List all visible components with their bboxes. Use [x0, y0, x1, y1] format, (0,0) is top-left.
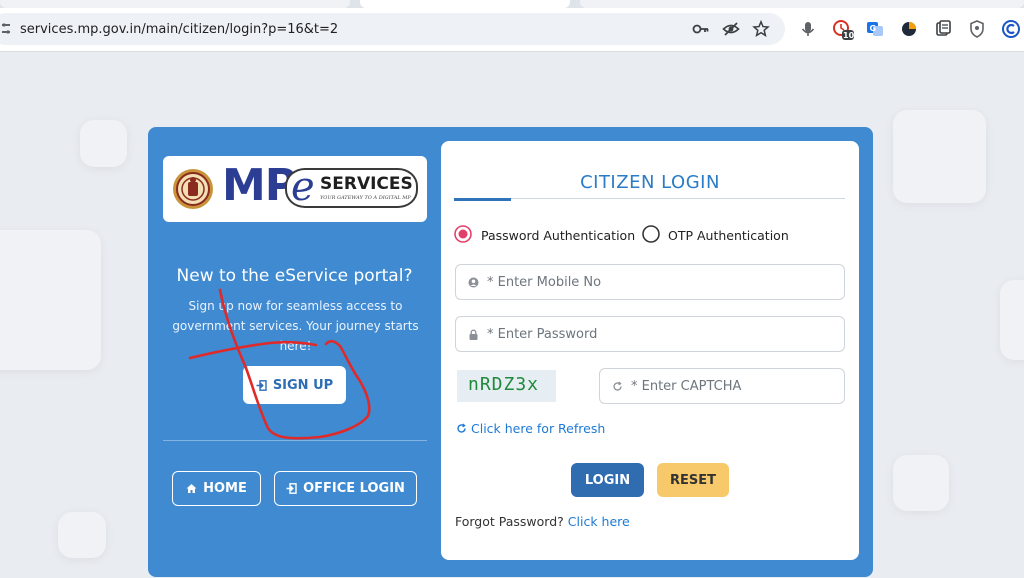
shield-icon[interactable]	[967, 19, 987, 39]
home-icon	[186, 484, 197, 493]
browser-tab-active[interactable]	[360, 0, 570, 8]
mobile-input-placeholder: * Enter Mobile No	[487, 274, 602, 290]
login-button[interactable]: LOGIN	[571, 463, 644, 497]
key-icon[interactable]	[692, 20, 710, 38]
extension-badge: 10	[843, 31, 855, 40]
background-tile	[893, 455, 949, 511]
background-tile	[0, 230, 101, 370]
star-icon[interactable]	[752, 20, 770, 38]
mp-emblem-icon	[173, 169, 213, 209]
url-text[interactable]: services.mp.gov.in/main/citizen/login?p=…	[20, 22, 338, 37]
c-extension-icon[interactable]	[1001, 19, 1021, 39]
password-input[interactable]: * Enter Password	[455, 316, 845, 352]
background-tile	[893, 110, 986, 203]
title-underline	[454, 198, 845, 199]
sign-in-icon	[256, 379, 267, 391]
extension-icon[interactable]	[899, 19, 919, 39]
mobile-input[interactable]: * Enter Mobile No	[455, 264, 845, 300]
password-auth-label[interactable]: Password Authentication	[481, 228, 635, 243]
office-login-button-label: OFFICE LOGIN	[303, 481, 405, 496]
tab-strip	[0, 0, 1024, 8]
translate-icon[interactable]: G	[865, 19, 885, 39]
signup-subtext: Sign up now for seamless access to gover…	[172, 299, 419, 353]
site-info-icon[interactable]	[2, 23, 10, 35]
password-auth-radio[interactable]	[454, 225, 472, 243]
lock-icon	[469, 329, 478, 340]
reset-button[interactable]: RESET	[657, 463, 729, 497]
eservices-tagline: YOUR GATEWAY TO A DIGITAL MP	[320, 195, 411, 201]
eservices-logo-e: e	[291, 164, 315, 210]
refresh-icon	[613, 381, 622, 391]
captcha-code: nRDZ3x	[468, 374, 540, 395]
user-icon	[468, 277, 479, 287]
browser-tab[interactable]	[0, 0, 350, 8]
forgot-password-link[interactable]: Click here	[568, 514, 630, 529]
captcha-input-placeholder: * Enter CAPTCHA	[631, 378, 742, 394]
background-tile	[1000, 280, 1024, 360]
home-button[interactable]: HOME	[172, 471, 261, 506]
svg-text:G: G	[870, 24, 877, 33]
captcha-refresh-link[interactable]: Click here for Refresh	[456, 421, 605, 436]
divider	[163, 440, 427, 441]
mic-icon[interactable]	[798, 19, 818, 39]
captcha-input[interactable]: * Enter CAPTCHA	[599, 368, 845, 404]
eye-off-icon[interactable]	[722, 20, 740, 38]
eservices-logo-text: SERVICES	[320, 174, 413, 194]
forgot-password-text: Forgot Password?	[455, 514, 564, 529]
refresh-icon	[457, 423, 466, 433]
extension-icon[interactable]	[933, 19, 953, 39]
signup-button-label: SIGN UP	[272, 377, 334, 393]
office-login-button[interactable]: OFFICE LOGIN	[274, 471, 417, 506]
forgot-password-row: Forgot Password? Click here	[455, 514, 630, 529]
signup-heading: New to the eService portal?	[176, 266, 413, 286]
signup-button[interactable]: SIGN UP	[243, 366, 346, 404]
browser-toolbar: services.mp.gov.in/main/citizen/login?p=…	[0, 8, 1024, 52]
password-input-placeholder: * Enter Password	[487, 326, 598, 342]
home-button-label: HOME	[203, 481, 247, 496]
background-tile	[58, 512, 106, 558]
otp-auth-radio[interactable]	[642, 225, 660, 243]
extension-icon[interactable]: 10	[832, 19, 854, 41]
sign-in-icon	[286, 483, 297, 494]
page-title: CITIZEN LOGIN	[580, 172, 720, 193]
title-underline-accent	[454, 198, 511, 201]
browser-tab[interactable]	[580, 0, 1024, 8]
background-tile	[80, 120, 127, 167]
captcha-refresh-label: Click here for Refresh	[471, 421, 606, 436]
otp-auth-label[interactable]: OTP Authentication	[668, 228, 789, 243]
